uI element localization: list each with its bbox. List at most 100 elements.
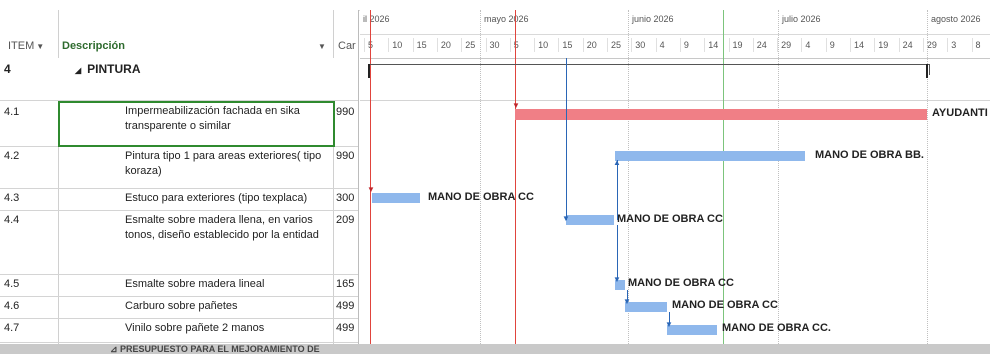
day-tick xyxy=(947,38,949,52)
day-tick xyxy=(485,38,487,52)
row-description: Vinilo sobre pañete 2 manos xyxy=(125,322,265,334)
table-row[interactable]: 4.5 Esmalte sobre madera lineal 165 xyxy=(0,274,358,297)
row-description: Impermeabilización fachada en sika trans… xyxy=(125,105,300,132)
row-id: 4.5 xyxy=(4,278,20,290)
arrow-down-icon: ▼ xyxy=(613,275,621,284)
dependency-link xyxy=(617,160,618,220)
arrow-down-icon: ▼ xyxy=(367,185,375,194)
arrow-down-icon: ▼ xyxy=(562,214,570,223)
table-row[interactable]: 4.3 Estuco para exteriores (tipo texplac… xyxy=(0,188,358,211)
day-tick xyxy=(534,38,536,52)
row-id: 4.3 xyxy=(4,192,20,204)
day-label: 20 xyxy=(440,40,451,50)
day-tick xyxy=(364,38,365,52)
table-row[interactable]: 4.1 Impermeabilización fachada en sika t… xyxy=(0,100,358,147)
day-label: 15 xyxy=(416,40,427,50)
day-label: 3 xyxy=(951,40,957,50)
day-label: 20 xyxy=(586,40,597,50)
day-label: 10 xyxy=(392,40,403,50)
row-description: Pintura tipo 1 para areas exteriores( ti… xyxy=(125,150,322,177)
resource-label: MANO DE OBRA CC xyxy=(617,213,723,225)
next-summary-label: ⊿ PRESUPUESTO PARA EL MEJORAMIENTO DE xyxy=(110,344,320,354)
month-label: julio 2026 xyxy=(782,14,821,24)
pane-divider[interactable] xyxy=(358,10,359,354)
day-tick xyxy=(850,38,851,52)
table-row[interactable]: 4.7 Vinilo sobre pañete 2 manos 499 xyxy=(0,318,358,343)
gantt-row-divider xyxy=(360,100,990,101)
day-label: 24 xyxy=(902,40,913,50)
day-label: 25 xyxy=(611,40,622,50)
row-description: Carburo sobre pañetes xyxy=(125,300,238,312)
day-tick xyxy=(607,38,608,52)
row-id: 4.6 xyxy=(4,300,20,312)
dropdown-arrow-icon[interactable]: ▼ xyxy=(318,42,326,51)
table-row[interactable]: 4.4 Esmalte sobre madera llena, en vario… xyxy=(0,210,358,275)
task-bar[interactable] xyxy=(667,325,717,335)
table-row[interactable]: 4 ◢ PINTURA xyxy=(0,58,358,101)
status-line-red xyxy=(515,10,516,354)
day-label: 30 xyxy=(489,40,500,50)
day-tick xyxy=(509,38,511,52)
day-tick xyxy=(801,38,803,52)
column-header-description[interactable]: Descripción xyxy=(62,40,125,52)
dependency-link xyxy=(617,225,618,280)
column-header-item-label: ITEM xyxy=(8,40,35,52)
month-label: agosto 2026 xyxy=(931,14,981,24)
resource-label: MANO DE OBRA CC xyxy=(628,277,734,289)
month-label: junio 2026 xyxy=(632,14,674,24)
task-bar[interactable] xyxy=(566,215,614,225)
day-label: 24 xyxy=(756,40,767,50)
column-header-item[interactable]: ITEM ▼ xyxy=(8,40,44,52)
table-row[interactable]: 4.6 Carburo sobre pañetes 499 xyxy=(0,296,358,319)
day-label: 4 xyxy=(805,40,811,50)
day-label: 9 xyxy=(829,40,835,50)
row-car: 990 xyxy=(336,106,355,118)
day-tick xyxy=(461,38,463,52)
day-tick xyxy=(679,38,681,52)
sort-arrow-icon[interactable]: ▼ xyxy=(36,42,44,51)
row-description: ◢ PINTURA xyxy=(75,62,280,78)
summary-bar[interactable] xyxy=(368,64,930,75)
status-line-red xyxy=(370,10,371,354)
day-label: 15 xyxy=(562,40,573,50)
row-car: 990 xyxy=(336,150,355,162)
resource-label: MANO DE OBRA CC. xyxy=(722,322,831,334)
resource-label: MANO DE OBRA CC xyxy=(672,299,778,311)
task-bar[interactable] xyxy=(625,302,667,312)
day-label: 29 xyxy=(926,40,937,50)
day-tick xyxy=(922,38,924,52)
row-id: 4.7 xyxy=(4,322,20,334)
month-label: mayo 2026 xyxy=(484,14,529,24)
column-header-car[interactable]: Car xyxy=(338,40,356,52)
row-car: 209 xyxy=(336,214,355,226)
day-tick xyxy=(704,38,706,52)
day-label: 8 xyxy=(975,40,981,50)
day-label: 19 xyxy=(732,40,743,50)
month-separator xyxy=(927,10,928,354)
arrow-down-icon: ▼ xyxy=(512,101,520,110)
row-description: Esmalte sobre madera lineal xyxy=(125,278,265,290)
row-description: Estuco para exteriores (tipo texplaca) xyxy=(125,192,308,204)
day-tick xyxy=(631,38,633,52)
day-tick xyxy=(874,38,876,52)
day-tick xyxy=(898,38,900,52)
row-car: 165 xyxy=(336,278,355,290)
day-label: 4 xyxy=(659,40,665,50)
row-car: 499 xyxy=(336,322,355,334)
day-tick xyxy=(728,38,730,52)
day-label: 9 xyxy=(683,40,689,50)
day-tick xyxy=(655,38,657,52)
row-description: Esmalte sobre madera llena, en varios to… xyxy=(125,214,319,241)
arrow-down-icon: ▼ xyxy=(665,320,673,329)
task-bar[interactable] xyxy=(615,151,805,161)
task-bar[interactable] xyxy=(372,193,420,203)
row-id: 4 xyxy=(4,62,11,76)
dependency-link xyxy=(566,58,567,220)
summary-bar-cap xyxy=(368,64,370,78)
table-row[interactable]: 4.2 Pintura tipo 1 para areas exteriores… xyxy=(0,146,358,189)
day-tick xyxy=(825,38,827,52)
day-label: 29 xyxy=(781,40,792,50)
summary-task-label: PINTURA xyxy=(87,62,141,76)
collapse-icon[interactable]: ◢ xyxy=(75,66,81,75)
task-bar[interactable] xyxy=(515,109,927,120)
